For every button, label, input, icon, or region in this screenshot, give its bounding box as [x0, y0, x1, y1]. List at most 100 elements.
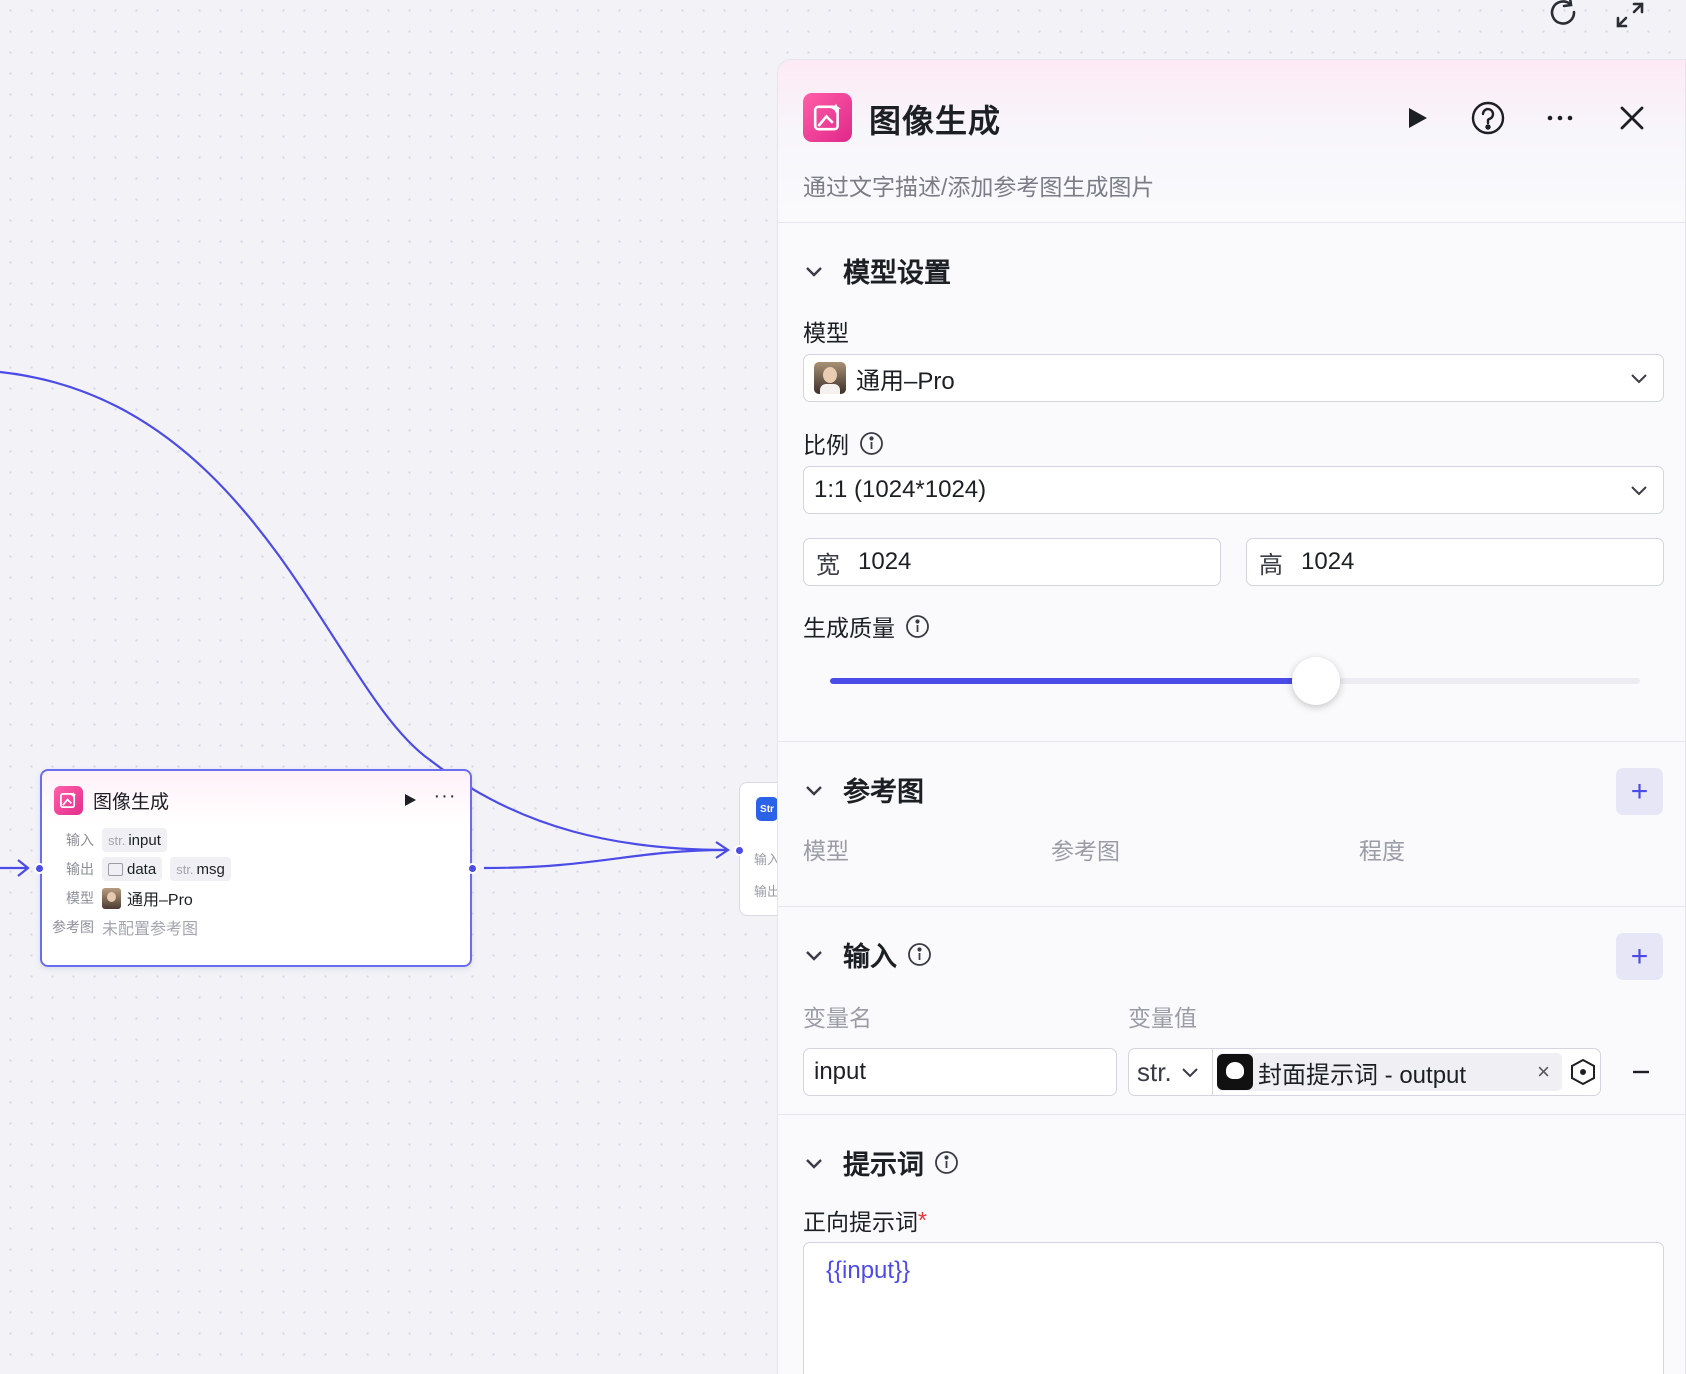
str-node-icon: Str: [756, 797, 778, 821]
refresh-icon[interactable]: [1546, 0, 1582, 30]
section-title: 输入: [843, 942, 897, 972]
info-icon[interactable]: [907, 942, 932, 967]
info-icon[interactable]: [859, 431, 884, 456]
node-model-row: 模型 通用–Pro: [42, 885, 193, 911]
run-node-icon[interactable]: [402, 792, 418, 808]
type-label: str.: [108, 832, 126, 848]
type-label: str.: [176, 861, 194, 877]
add-input-button[interactable]: +: [1616, 933, 1663, 980]
quality-label-text: 生成质量: [803, 615, 895, 641]
more-icon[interactable]: [1540, 98, 1580, 138]
node-model-label: 模型: [66, 890, 94, 906]
var-value-field[interactable]: str. 封面提示词 - output ×: [1128, 1048, 1601, 1096]
section-title: 参考图: [843, 777, 924, 807]
node-title: 图像生成: [93, 791, 170, 813]
reference-header[interactable]: 参考图: [803, 770, 924, 809]
info-icon[interactable]: [934, 1150, 959, 1175]
var-name-value: input: [814, 1058, 867, 1085]
input-col-name: 变量名: [803, 1005, 872, 1031]
model-avatar: [814, 362, 846, 394]
var-type-value: str.: [1137, 1056, 1172, 1087]
chevron-down-icon[interactable]: [803, 260, 825, 282]
input-section: 输入 + 变量名 变量值 input str. 封面提示词 - output ×: [778, 907, 1685, 1115]
var-name: input: [128, 831, 161, 849]
panel-title: 图像生成: [869, 103, 1002, 139]
section-title: 提示词: [843, 1150, 924, 1180]
ratio-select-value: 1:1 (1024*1024): [814, 476, 987, 503]
image-type-icon: [108, 862, 123, 876]
height-label: 高: [1259, 551, 1283, 579]
ref-col-image: 参考图: [1051, 838, 1120, 864]
node-input-port[interactable]: [34, 863, 45, 874]
quality-label: 生成质量: [803, 609, 930, 643]
node-ref-row: 参考图 未配置参考图: [42, 914, 198, 940]
close-icon[interactable]: [1612, 98, 1652, 138]
chevron-down-icon[interactable]: [803, 779, 825, 801]
variable-settings-icon[interactable]: [1568, 1057, 1598, 1087]
image-generation-node[interactable]: 图像生成 ··· 输入 str. input 输出 data str. msg 模型…: [40, 769, 472, 967]
model-settings-section: 模型设置 模型 通用–Pro 比例 1:1 (1024*1024) 宽 1024…: [778, 223, 1685, 742]
node-input-tag: str. input: [102, 828, 167, 852]
node-output-tag-msg: str. msg: [170, 857, 231, 881]
var-reference-chip[interactable]: 封面提示词 - output ×: [1217, 1053, 1562, 1091]
quality-slider[interactable]: [830, 657, 1640, 705]
arrow-head-next: [715, 841, 730, 859]
positive-prompt-value: {{input}}: [826, 1257, 911, 1284]
input-col-value: 变量值: [1128, 1005, 1197, 1031]
ratio-label-text: 比例: [803, 432, 849, 458]
run-icon[interactable]: [1396, 98, 1436, 138]
var-name-input[interactable]: input: [803, 1048, 1117, 1096]
help-icon[interactable]: [1468, 98, 1508, 138]
bot-icon: [1217, 1054, 1253, 1090]
canvas-edges: [0, 370, 730, 877]
positive-prompt-label-text: 正向提示词: [803, 1209, 918, 1235]
node-ref-label: 参考图: [52, 919, 94, 935]
height-input[interactable]: 高 1024: [1246, 538, 1664, 586]
panel-header: 图像生成 通过文字描述/添加参考图生成图片: [778, 60, 1685, 223]
next-node-input-port[interactable]: [734, 845, 745, 856]
node-model-value: 通用–Pro: [127, 892, 193, 909]
height-value: 1024: [1301, 548, 1355, 575]
model-select-value: 通用–Pro: [856, 367, 955, 395]
chevron-down-icon[interactable]: [803, 944, 825, 966]
chevron-down-icon[interactable]: [803, 1152, 825, 1174]
node-header: 图像生成 ···: [54, 785, 458, 815]
required-mark: *: [918, 1206, 927, 1233]
add-reference-button[interactable]: +: [1616, 768, 1663, 815]
info-icon[interactable]: [905, 614, 930, 639]
model-select[interactable]: 通用–Pro: [803, 354, 1664, 402]
model-settings-header[interactable]: 模型设置: [803, 251, 951, 290]
node-output-row: 输出 data str. msg: [42, 856, 239, 882]
model-avatar: [102, 887, 121, 909]
var-type-select[interactable]: str.: [1129, 1049, 1213, 1095]
expand-icon[interactable]: [1612, 0, 1648, 30]
positive-prompt-input[interactable]: {{input}}: [803, 1242, 1664, 1374]
node-output-label: 输出: [66, 861, 94, 877]
var-reference-text: 封面提示词 - output: [1258, 1061, 1467, 1089]
reference-section: 参考图 + 模型 参考图 程度: [778, 742, 1685, 907]
node-more-icon[interactable]: ···: [432, 786, 458, 813]
node-ref-value: 未配置参考图: [102, 921, 199, 938]
quality-slider-thumb[interactable]: [1292, 657, 1340, 705]
chevron-down-icon: [1631, 374, 1647, 384]
width-label: 宽: [816, 551, 840, 579]
prompt-section: 提示词 正向提示词 * {{input}}: [778, 1115, 1685, 1374]
image-generation-icon: [54, 785, 83, 815]
input-header[interactable]: 输入: [803, 935, 932, 974]
ratio-select[interactable]: 1:1 (1024*1024): [803, 466, 1664, 514]
remove-variable-icon[interactable]: [1629, 1060, 1653, 1084]
prompt-header[interactable]: 提示词: [803, 1143, 959, 1182]
node-input-row: 输入 str. input: [42, 827, 175, 853]
chevron-down-icon: [1181, 1068, 1198, 1078]
width-value: 1024: [858, 548, 912, 575]
clear-reference-icon[interactable]: ×: [1537, 1059, 1550, 1085]
model-label: 模型: [803, 320, 849, 346]
width-input[interactable]: 宽 1024: [803, 538, 1221, 586]
ref-col-model: 模型: [803, 838, 849, 864]
node-output-port[interactable]: [467, 863, 478, 874]
edge-node-to-next: [483, 848, 729, 870]
quality-slider-fill: [830, 678, 1316, 684]
image-generation-icon: [803, 93, 852, 142]
chevron-down-icon: [1631, 486, 1647, 496]
node-settings-panel: 图像生成 通过文字描述/添加参考图生成图片 模型设置 模型 通用–Pro 比例: [777, 59, 1686, 1374]
